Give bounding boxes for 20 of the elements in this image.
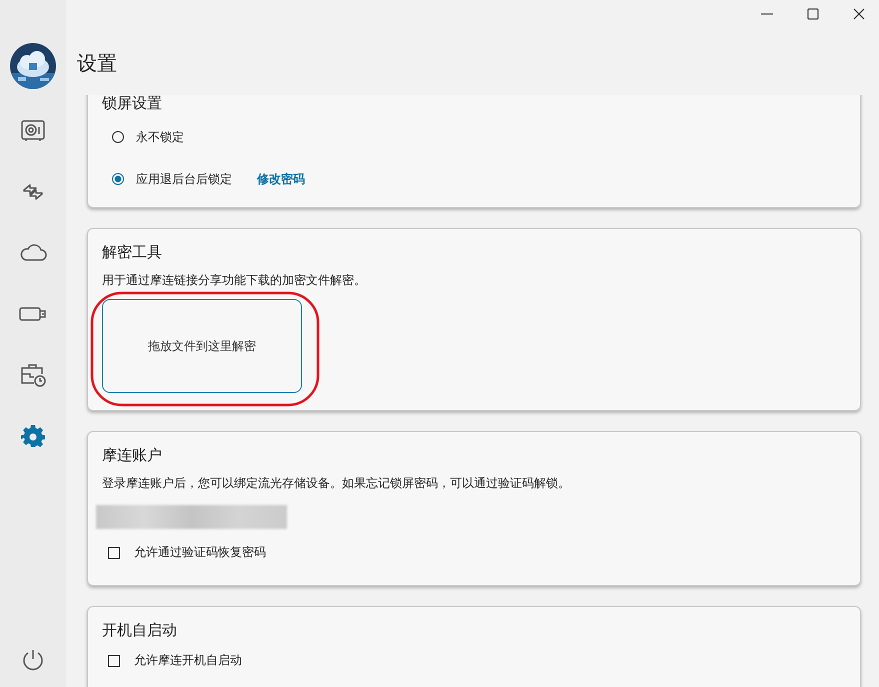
checkbox-label: 允许摩连开机自启动 [134, 652, 242, 669]
section-title: 解密工具 [102, 242, 163, 262]
maximize-icon[interactable] [806, 7, 820, 21]
page-title: 设置 [77, 50, 118, 77]
radio-label: 永不锁定 [136, 128, 184, 146]
close-icon[interactable] [852, 7, 866, 21]
radio-button[interactable] [112, 131, 124, 143]
section-description: 登录摩连账户后，您可以绑定流光存储设备。如果忘记锁屏密码，可以通过验证码解锁。 [102, 475, 571, 492]
power-icon[interactable] [21, 648, 45, 672]
section-description: 用于通过摩连链接分享功能下载的加密文件解密。 [102, 272, 367, 289]
radio-label: 应用退后台后锁定 [136, 170, 232, 188]
radio-button[interactable] [112, 173, 124, 185]
section-title: 摩连账户 [102, 445, 163, 465]
checkbox[interactable] [108, 654, 120, 666]
checkbox-label: 允许通过验证码恢复密码 [134, 544, 266, 561]
checkbox[interactable] [108, 546, 120, 558]
change-password-link[interactable]: 修改密码 [257, 170, 305, 188]
section-title: 锁屏设置 [102, 95, 163, 113]
section-title: 开机自启动 [102, 620, 178, 640]
drop-zone[interactable]: 拖放文件到这里解密 [102, 299, 302, 393]
